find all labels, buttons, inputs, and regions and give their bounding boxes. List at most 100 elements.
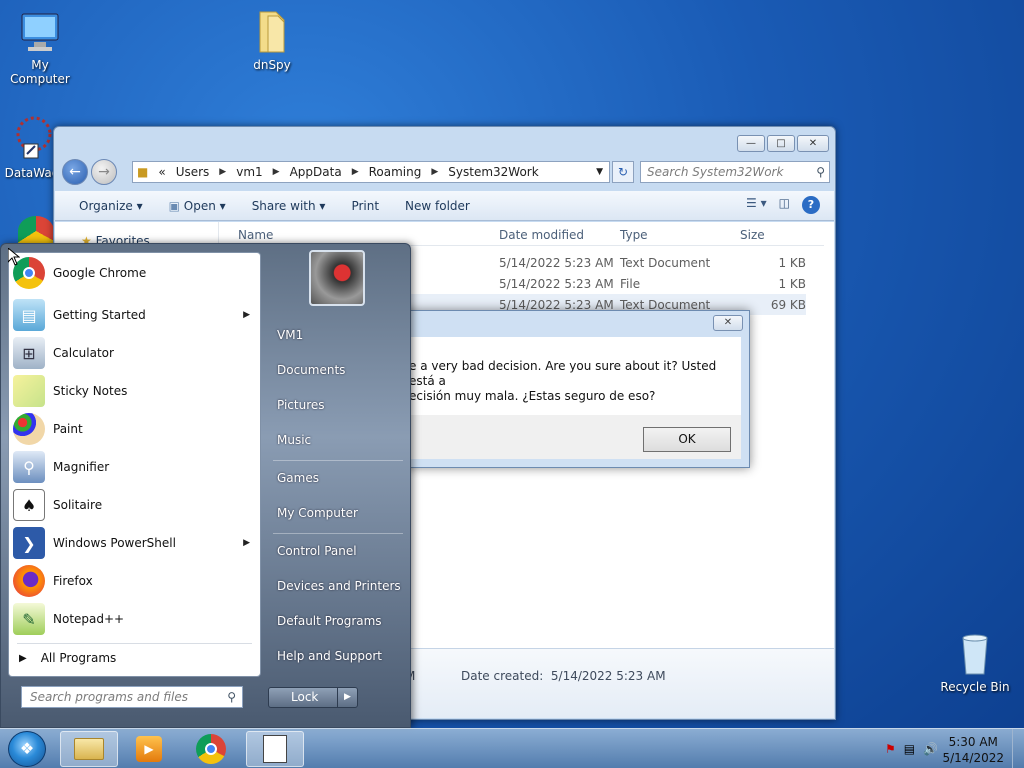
- desktop-icon-label: My Computer: [10, 58, 70, 86]
- action-center-icon[interactable]: ⚑: [885, 742, 896, 756]
- start-item-calculator[interactable]: ⊞ Calculator: [13, 335, 258, 371]
- chevron-down-icon[interactable]: ▼: [596, 167, 603, 177]
- share-with-button[interactable]: Share with ▾: [252, 199, 326, 213]
- start-link-documents[interactable]: Documents: [277, 363, 345, 377]
- start-item-getting-started[interactable]: ▤ Getting Started ▶: [13, 297, 258, 333]
- firefox-icon: [13, 565, 45, 597]
- start-item-label: Magnifier: [53, 460, 110, 474]
- start-link-control-panel[interactable]: Control Panel: [277, 544, 357, 558]
- print-button[interactable]: Print: [351, 199, 379, 213]
- file-type: File: [620, 277, 641, 291]
- start-item-magnifier[interactable]: ⚲ Magnifier: [13, 449, 258, 485]
- taskbar-explorer[interactable]: [60, 731, 118, 767]
- clock[interactable]: 5:30 AM 5/14/2022: [942, 734, 1004, 766]
- back-button[interactable]: ←: [62, 159, 88, 185]
- dialog-message-line: ecisión muy mala. ¿Estas seguro de eso?: [409, 389, 656, 403]
- new-folder-button[interactable]: New folder: [405, 199, 470, 213]
- start-search-input[interactable]: Search programs and files ⚲: [21, 686, 243, 708]
- desktop-icon-dnspy[interactable]: dnSpy: [232, 8, 312, 72]
- chevron-right-icon[interactable]: ▶: [273, 167, 280, 177]
- start-item-label: Solitaire: [53, 498, 103, 512]
- start-menu-places: VM1 Documents Pictures Music Games My Co…: [263, 244, 410, 727]
- start-item-solitaire[interactable]: ♠ Solitaire: [13, 487, 258, 523]
- getting-started-icon: ▤: [13, 299, 45, 331]
- refresh-button[interactable]: ↻: [612, 161, 634, 183]
- chevron-right-icon: ▶: [19, 652, 27, 664]
- show-desktop-button[interactable]: [1012, 729, 1024, 768]
- chevron-right-icon[interactable]: ▶: [431, 167, 438, 177]
- start-menu-programs: Google Chrome ▤ Getting Started ▶ ⊞ Calc…: [8, 252, 261, 677]
- column-size[interactable]: Size: [740, 228, 765, 242]
- start-link-music[interactable]: Music: [277, 433, 311, 447]
- chevron-right-icon[interactable]: ▶: [337, 688, 357, 707]
- start-link-pictures[interactable]: Pictures: [277, 398, 325, 412]
- volume-icon[interactable]: 🔊: [923, 742, 938, 756]
- start-link-help-support[interactable]: Help and Support: [277, 649, 382, 663]
- chrome-icon: [196, 734, 226, 764]
- lock-button[interactable]: Lock ▶: [268, 687, 358, 708]
- taskbar-app-window[interactable]: [246, 731, 304, 767]
- start-link-devices-printers[interactable]: Devices and Printers: [277, 579, 401, 593]
- breadcrumb-users[interactable]: Users: [176, 165, 210, 179]
- breadcrumb-appdata[interactable]: AppData: [290, 165, 342, 179]
- view-controls: ☰ ▾ ◫ ?: [746, 196, 820, 214]
- organize-button[interactable]: Organize ▾: [79, 199, 143, 213]
- chrome-icon[interactable]: [18, 216, 54, 246]
- network-icon[interactable]: ▤: [904, 742, 915, 756]
- desktop-icon-recycle-bin[interactable]: Recycle Bin: [935, 630, 1015, 694]
- magnifier-icon: ⚲: [13, 451, 45, 483]
- submenu-arrow-icon[interactable]: ▶: [243, 538, 250, 548]
- start-link-default-programs[interactable]: Default Programs: [277, 614, 382, 628]
- powershell-icon: ❯: [13, 527, 45, 559]
- search-icon[interactable]: ⚲: [227, 687, 236, 707]
- search-icon[interactable]: ⚲: [816, 162, 825, 182]
- start-item-paint[interactable]: Paint: [13, 411, 258, 447]
- maximize-button[interactable]: □: [767, 135, 795, 152]
- minimize-button[interactable]: —: [737, 135, 765, 152]
- breadcrumb-vm1[interactable]: vm1: [236, 165, 262, 179]
- message-dialog[interactable]: ✕ e a very bad decision. Are you sure ab…: [392, 310, 750, 468]
- start-item-firefox[interactable]: Firefox: [13, 563, 258, 599]
- start-link-games[interactable]: Games: [277, 471, 319, 485]
- column-date-modified[interactable]: Date modified: [499, 228, 584, 242]
- search-placeholder: Search System32Work: [647, 165, 784, 179]
- all-programs-button[interactable]: ▶ All Programs: [19, 651, 116, 665]
- forward-button[interactable]: →: [91, 159, 117, 185]
- file-size: 69 KB: [770, 298, 806, 312]
- ok-button[interactable]: OK: [643, 427, 731, 452]
- breadcrumb-system32work[interactable]: System32Work: [448, 165, 538, 179]
- view-options-icon[interactable]: ☰ ▾: [746, 196, 767, 214]
- address-bar[interactable]: ■ « Users ▶ vm1 ▶ AppData ▶ Roaming ▶ Sy…: [132, 161, 610, 183]
- sticky-notes-icon: [13, 375, 45, 407]
- user-avatar[interactable]: [309, 250, 365, 306]
- chevron-right-icon[interactable]: ▶: [219, 167, 226, 177]
- window-controls: — □ ✕: [737, 135, 829, 152]
- taskbar: ❖ ▶ ⚑ ▤ 🔊 5:30 AM 5/14/2022: [0, 728, 1024, 768]
- open-button[interactable]: ▣ Open ▾: [169, 199, 226, 213]
- divider: [273, 533, 403, 534]
- search-input[interactable]: Search System32Work ⚲: [640, 161, 830, 183]
- help-icon[interactable]: ?: [802, 196, 820, 214]
- start-button[interactable]: ❖: [8, 731, 46, 767]
- column-name[interactable]: Name: [238, 228, 273, 242]
- column-type[interactable]: Type: [620, 228, 648, 242]
- chevron-right-icon[interactable]: ▶: [352, 167, 359, 177]
- start-item-google-chrome[interactable]: Google Chrome: [13, 255, 258, 291]
- start-link-my-computer[interactable]: My Computer: [277, 506, 358, 520]
- system-tray: ⚑ ▤ 🔊: [885, 742, 938, 756]
- close-button[interactable]: ✕: [797, 135, 829, 152]
- start-item-notepadpp[interactable]: ✎ Notepad++: [13, 601, 258, 637]
- dialog-close-button[interactable]: ✕: [713, 315, 743, 331]
- breadcrumb-roaming[interactable]: Roaming: [369, 165, 422, 179]
- taskbar-media-player[interactable]: ▶: [120, 731, 178, 767]
- start-item-sticky-notes[interactable]: Sticky Notes: [13, 373, 258, 409]
- dialog-footer: OK: [401, 415, 741, 459]
- preview-pane-icon[interactable]: ◫: [779, 196, 790, 214]
- desktop-icon-my-computer[interactable]: My Computer: [0, 8, 80, 86]
- submenu-arrow-icon[interactable]: ▶: [243, 310, 250, 320]
- taskbar-chrome[interactable]: [182, 731, 240, 767]
- start-link-user[interactable]: VM1: [277, 328, 303, 342]
- address-overflow[interactable]: «: [158, 165, 165, 179]
- open-icon: ▣: [168, 198, 180, 213]
- start-item-windows-powershell[interactable]: ❯ Windows PowerShell ▶: [13, 525, 258, 561]
